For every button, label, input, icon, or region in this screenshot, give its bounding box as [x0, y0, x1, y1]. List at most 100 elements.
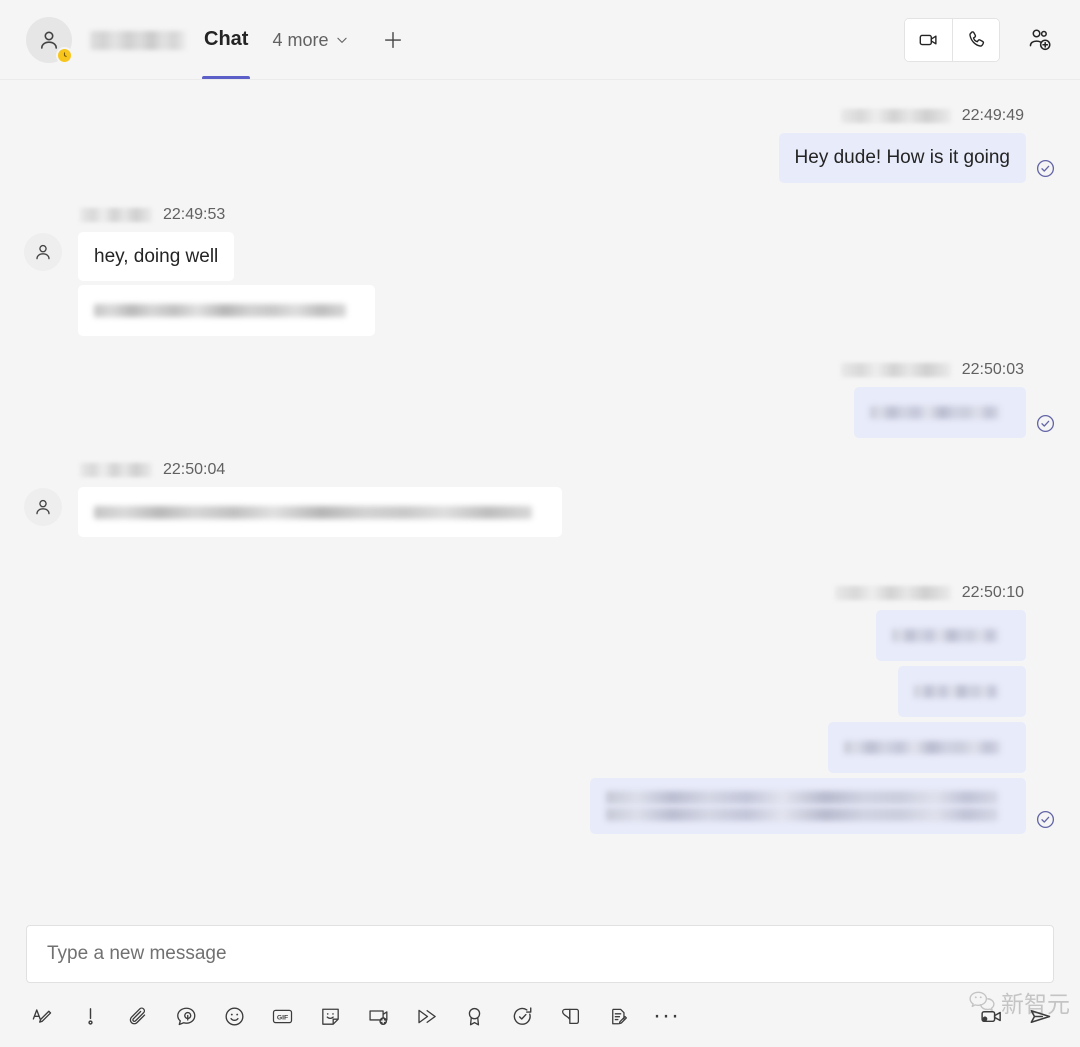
bubble-row: [854, 387, 1056, 439]
phone-icon: [969, 31, 985, 47]
sender-name-redacted: [80, 207, 152, 222]
message-timestamp: 22:49:53: [163, 205, 226, 223]
circle-check-icon: [1036, 811, 1055, 829]
sender-name-redacted: [834, 586, 951, 601]
message-group: 22:49:53 hey, doing well: [24, 205, 1056, 337]
attach-icon[interactable]: [126, 1004, 151, 1029]
gif-icon[interactable]: GIF: [270, 1004, 295, 1029]
sender-name-redacted: [840, 109, 951, 123]
compose-toolbar: GIF ···: [26, 999, 1054, 1033]
more-options-icon[interactable]: ···: [653, 1004, 679, 1029]
circle-check-icon: [1036, 415, 1055, 433]
seen-indicator: [1035, 413, 1056, 434]
chevron-down-icon: [337, 37, 348, 43]
forms-icon[interactable]: [606, 1004, 631, 1029]
add-tab-button[interactable]: [379, 26, 407, 54]
message-avatar: [24, 232, 62, 271]
message-timestamp: 22:50:04: [163, 461, 226, 479]
redacted-line: [844, 741, 1001, 755]
person-icon: [41, 31, 57, 49]
compose-box[interactable]: [26, 925, 1054, 983]
redacted-content: [914, 681, 1010, 702]
tab-active-indicator: [202, 75, 250, 80]
message-input[interactable]: [47, 943, 1033, 965]
message-group-body: 22:49:49 Hey dude! How is it going: [778, 106, 1056, 183]
message-meta: 22:50:04: [78, 460, 225, 480]
plus-icon: [385, 31, 402, 49]
message-group: 22:50:03: [24, 360, 1056, 439]
redacted-line: [94, 304, 346, 318]
video-clip-icon[interactable]: [978, 1003, 1005, 1030]
message-bubble[interactable]: hey, doing well: [78, 231, 235, 282]
emoji-icon[interactable]: [222, 1004, 247, 1029]
bubble-stack: [590, 610, 1026, 835]
schedule-send-icon[interactable]: [510, 1004, 535, 1029]
sender-name-redacted: [80, 463, 152, 478]
call-button-group: [904, 18, 1000, 62]
seen-indicator: [1035, 809, 1056, 830]
video-call-button[interactable]: [905, 19, 952, 61]
chat-name-redacted: [90, 30, 186, 50]
video-camera-icon: [919, 34, 937, 46]
redacted-line: [606, 808, 998, 822]
stream-icon[interactable]: [414, 1004, 439, 1029]
message-bubble-redacted[interactable]: [78, 285, 375, 337]
message-group: 22:50:10: [24, 583, 1056, 835]
loop-icon[interactable]: [174, 1004, 199, 1029]
add-people-button[interactable]: [1024, 24, 1056, 56]
message-bubble-redacted[interactable]: [898, 666, 1026, 718]
redacted-line: [892, 629, 999, 643]
person-icon: [36, 244, 50, 259]
bubble-row: [590, 610, 1056, 835]
svg-text:GIF: GIF: [277, 1014, 288, 1021]
message-group: 22:50:04: [24, 460, 1056, 538]
praise-icon[interactable]: [462, 1004, 487, 1029]
message-bubble-redacted[interactable]: [78, 487, 562, 538]
redacted-content: [606, 787, 1010, 825]
clock-icon: [63, 52, 67, 58]
presence-badge-away: [56, 47, 73, 64]
redacted-line: [94, 505, 533, 519]
approvals-icon[interactable]: [558, 1004, 583, 1029]
message-list[interactable]: 22:49:49 Hey dude! How is it going 22:49…: [0, 80, 1080, 925]
person-icon: [36, 500, 50, 515]
chat-header: Chat 4 more: [0, 0, 1080, 80]
add-person-icon: [1029, 29, 1051, 51]
meet-now-icon[interactable]: [366, 1004, 391, 1029]
message-group-body: 22:49:53 hey, doing well: [78, 205, 375, 337]
circle-check-icon: [1036, 159, 1055, 177]
message-meta: 22:50:10: [834, 583, 1056, 603]
format-icon[interactable]: [30, 1004, 55, 1029]
tab-chat-label: Chat: [204, 27, 249, 50]
message-bubble-redacted[interactable]: [590, 778, 1026, 835]
message-bubble-redacted[interactable]: [876, 610, 1026, 662]
redacted-content: [870, 402, 1010, 423]
message-bubble-redacted[interactable]: [828, 722, 1026, 774]
sticker-icon[interactable]: [318, 1004, 343, 1029]
message-bubble-redacted[interactable]: [854, 387, 1026, 439]
redacted-line: [870, 406, 999, 420]
importance-icon[interactable]: [78, 1004, 103, 1029]
redacted-content: [892, 625, 1010, 646]
redacted-line: [914, 685, 999, 699]
send-icon[interactable]: [1027, 1003, 1054, 1030]
seen-indicator: [1035, 158, 1056, 179]
message-group-body: 22:50:04: [78, 460, 562, 538]
redacted-content: [94, 300, 359, 321]
message-timestamp: 22:50:10: [961, 584, 1024, 602]
audio-call-button[interactable]: [952, 19, 999, 61]
redacted-content: [94, 502, 546, 523]
message-avatar: [24, 488, 62, 527]
more-tabs-button[interactable]: 4 more: [272, 30, 349, 51]
sender-name-redacted: [840, 363, 951, 378]
teams-chat-window: Chat 4 more 22:49:49 Hey dude! How is it…: [0, 0, 1080, 1047]
redacted-content: [844, 737, 1010, 758]
compose-area: GIF: [0, 925, 1080, 1047]
message-meta: 22:49:53: [78, 205, 225, 225]
header-avatar-wrap: [26, 17, 73, 64]
more-tabs-label: 4 more: [272, 29, 329, 50]
message-bubble[interactable]: Hey dude! How is it going: [778, 133, 1026, 183]
message-meta: 22:49:49: [840, 106, 1056, 126]
message-group-body: 22:50:10: [590, 583, 1056, 835]
tab-chat[interactable]: Chat: [202, 27, 250, 80]
